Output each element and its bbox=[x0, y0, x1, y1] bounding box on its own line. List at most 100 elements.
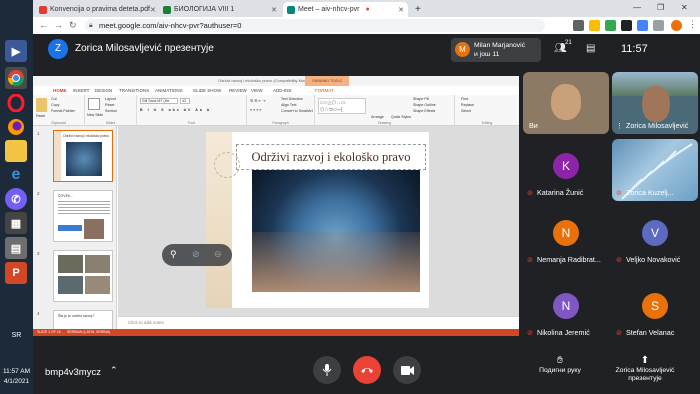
join-notification[interactable]: M Milan Marjanović и још 11 bbox=[451, 38, 541, 62]
extension-icon[interactable] bbox=[621, 20, 632, 31]
taskbar-date[interactable]: 4/1/2021 bbox=[0, 377, 33, 386]
chrome-icon[interactable] bbox=[5, 67, 27, 89]
edge-icon[interactable]: e bbox=[5, 164, 27, 186]
text-direction-button[interactable]: Text Direction bbox=[281, 97, 303, 101]
app-icon[interactable]: ▤ bbox=[5, 237, 27, 259]
viber-icon[interactable]: ✆ bbox=[5, 188, 27, 210]
tab-meet[interactable]: Meet – aiv-nhcv-pvr ● ✕ bbox=[283, 2, 408, 17]
camera-icon[interactable] bbox=[573, 20, 584, 31]
reset-button[interactable]: Reset bbox=[105, 103, 114, 107]
reload-icon[interactable]: ↻ bbox=[69, 20, 77, 31]
mute-icon[interactable]: ⊘ bbox=[192, 249, 200, 260]
address-bar[interactable]: 🔒︎ meet.google.com/aiv-nhcv-pvr?authuser… bbox=[85, 19, 545, 32]
participant-tile[interactable]: Zorica Milosavljević ⋮ bbox=[612, 72, 698, 134]
extension-icon[interactable] bbox=[637, 20, 648, 31]
font-size-select[interactable]: 43 bbox=[180, 98, 190, 104]
shape-fill-button[interactable]: Shape Fill bbox=[413, 97, 429, 101]
select-button[interactable]: Select bbox=[461, 109, 471, 113]
forward-icon[interactable]: → bbox=[54, 20, 63, 30]
language-indicator[interactable]: SR bbox=[0, 332, 33, 339]
paste-button[interactable]: Paste bbox=[36, 114, 45, 118]
ppt-menu-slideshow[interactable]: SLIDE SHOW bbox=[193, 88, 221, 93]
earth-hands-image[interactable] bbox=[252, 170, 420, 292]
media-player-icon[interactable]: ▶ bbox=[5, 40, 27, 62]
shape-effects-button[interactable]: Shape Effects bbox=[413, 109, 435, 113]
window-close-button[interactable]: ✕ bbox=[681, 3, 688, 12]
slide-thumbnail[interactable]: Šta je to održivi razvoj? bbox=[53, 310, 113, 329]
slide-thumbnail[interactable]: Održivi razvoj i ekološko pravo bbox=[53, 130, 113, 182]
tab-pdf[interactable]: Konvencija o pravima deteta.pdf ✕ bbox=[35, 2, 157, 17]
ppt-menu-transitions[interactable]: TRANSITIONS bbox=[119, 88, 149, 93]
presenting-button[interactable]: ⬆︎ Zorica Milosavljević презентује bbox=[595, 356, 695, 383]
slide-title[interactable]: Održivi razvoj i ekološko pravo bbox=[236, 150, 426, 165]
font-family-select[interactable]: Gill Sans MT (He bbox=[140, 98, 178, 104]
replace-button[interactable]: Replace bbox=[461, 103, 474, 107]
participant-tile-self[interactable]: Ви bbox=[523, 72, 609, 134]
ppt-menu-format[interactable]: FORMAT bbox=[315, 88, 334, 93]
shape-outline-button[interactable]: Shape Outline bbox=[413, 103, 436, 107]
meeting-code[interactable]: bmp4v3mycz bbox=[45, 367, 101, 378]
minimize-button[interactable]: — bbox=[633, 3, 641, 12]
maximize-button[interactable]: ❐ bbox=[657, 3, 664, 12]
ppt-menu-animations[interactable]: ANIMATIONS bbox=[155, 88, 183, 93]
participant-tile[interactable]: S ⊘ Stefan Velanac bbox=[612, 279, 698, 341]
align-buttons[interactable]: ≡ ≡ ≡ ≡ bbox=[250, 108, 261, 112]
participant-tile[interactable]: V ⊘ Veljko Novaković bbox=[612, 206, 698, 268]
profile-avatar[interactable] bbox=[671, 20, 682, 31]
smartart-button[interactable]: Convert to SmartArt bbox=[281, 109, 313, 113]
ppt-menu-addins[interactable]: ADD-INS bbox=[273, 88, 292, 93]
ppt-menu-view[interactable]: VIEW bbox=[251, 88, 263, 93]
microphone-button[interactable] bbox=[313, 356, 341, 384]
slide-thumbnail[interactable]: ČOVEK... bbox=[53, 190, 113, 242]
slide-thumbnail[interactable] bbox=[53, 250, 113, 302]
star-icon[interactable] bbox=[589, 20, 600, 31]
font-format-buttons[interactable]: B I U S abc AV Aa A bbox=[140, 108, 211, 112]
menu-icon[interactable]: ⋮ bbox=[688, 19, 697, 30]
notes-pane[interactable]: Click to add notes bbox=[118, 316, 519, 329]
opera-icon[interactable] bbox=[5, 92, 27, 114]
powerpoint-icon[interactable]: P bbox=[5, 262, 27, 284]
participant-tile[interactable]: ⊘ Zorica Kuzelj... bbox=[612, 139, 698, 201]
participant-tile[interactable]: K ⊘ Katarina Žunić bbox=[523, 139, 609, 201]
format-painter-button[interactable]: Format Painter bbox=[51, 109, 75, 113]
paste-icon[interactable] bbox=[36, 98, 47, 112]
chevron-up-icon[interactable]: ⌃ bbox=[110, 365, 118, 376]
extension-icon[interactable] bbox=[605, 20, 616, 31]
ppt-menu-design[interactable]: DESIGN bbox=[95, 88, 112, 93]
close-icon[interactable]: ✕ bbox=[150, 6, 156, 14]
section-button[interactable]: Section bbox=[105, 109, 117, 113]
quick-styles-button[interactable]: Quick Styles bbox=[391, 115, 411, 119]
participant-tile[interactable]: N ⊘ Nikolina Jeremić bbox=[523, 279, 609, 341]
taskbar-time[interactable]: 11:57 AM bbox=[0, 367, 33, 376]
ppt-menu-review[interactable]: REVIEW bbox=[229, 88, 247, 93]
puzzle-icon[interactable] bbox=[653, 20, 664, 31]
find-button[interactable]: Find bbox=[461, 97, 468, 101]
leave-call-button[interactable] bbox=[353, 356, 381, 384]
align-text-button[interactable]: Align Text bbox=[281, 103, 297, 107]
new-tab-button[interactable]: + bbox=[411, 2, 425, 17]
tab-biology[interactable]: БИОЛОГИЈА VIII 1 ✕ bbox=[159, 2, 281, 17]
ppt-menu-home[interactable]: HOME bbox=[53, 88, 67, 93]
participant-tile[interactable]: N ⊘ Nemanja Radibrat... bbox=[523, 206, 609, 268]
new-slide-button[interactable]: New Slide bbox=[87, 113, 103, 117]
arrange-button[interactable]: Arrange bbox=[371, 115, 384, 119]
camera-button[interactable] bbox=[393, 356, 421, 384]
cut-button[interactable]: Cut bbox=[51, 97, 57, 101]
chat-icon[interactable]: ▤ bbox=[586, 43, 595, 54]
pin-icon[interactable]: ⚲ bbox=[170, 249, 177, 260]
close-icon[interactable]: ✕ bbox=[271, 6, 277, 14]
firefox-icon[interactable] bbox=[5, 116, 27, 138]
close-icon[interactable]: ✕ bbox=[398, 6, 404, 14]
list-buttons[interactable]: ☰ ☰ ⇤ ⇥ bbox=[250, 99, 265, 103]
calculator-icon[interactable]: ▦ bbox=[5, 212, 27, 234]
ppt-menu-insert[interactable]: INSERT bbox=[73, 88, 89, 93]
remove-icon[interactable]: ⊖ bbox=[214, 249, 222, 260]
file-explorer-icon[interactable] bbox=[5, 140, 27, 162]
back-icon[interactable]: ← bbox=[39, 20, 48, 30]
current-slide[interactable]: Održivi razvoj i ekološko pravo bbox=[206, 132, 429, 308]
new-slide-icon[interactable] bbox=[88, 98, 100, 110]
copy-button[interactable]: Copy bbox=[51, 103, 59, 107]
shapes-gallery[interactable]: ▭○△⬠→▭ ⬡☆⬭▱⌒{ bbox=[318, 98, 366, 114]
layout-button[interactable]: Layout bbox=[105, 97, 116, 101]
raise-hand-button[interactable]: ✋︎ Подигни руку bbox=[531, 356, 589, 375]
